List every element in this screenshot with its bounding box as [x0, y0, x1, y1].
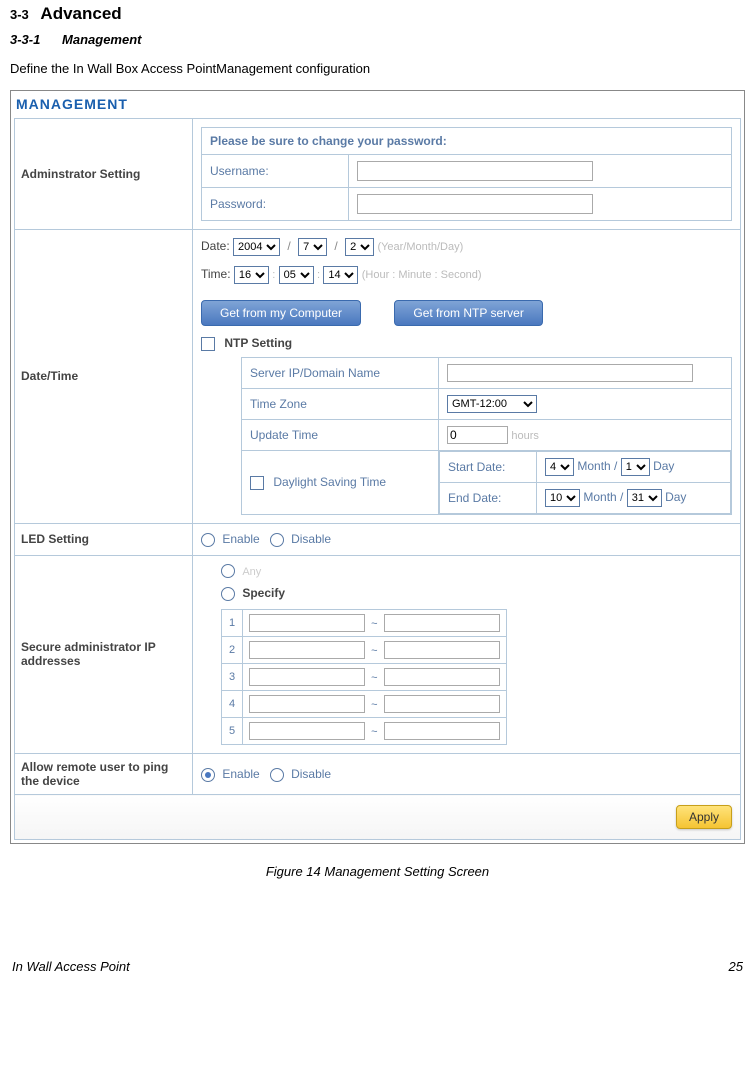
subsection-number: 3-3-1: [10, 32, 40, 47]
ip-from-3[interactable]: [249, 668, 365, 686]
panel-title: MANAGEMENT: [14, 94, 741, 118]
administrator-setting-label: Adminstrator Setting: [15, 119, 193, 230]
secure-ip-table: 1 ~ 2 ~ 3 ~ 4 ~ 5 ~: [221, 609, 507, 745]
section-title: Advanced: [40, 4, 121, 24]
ip-row-num-4: 4: [222, 691, 243, 718]
ip-to-2[interactable]: [384, 641, 500, 659]
dst-label: Daylight Saving Time: [273, 475, 386, 489]
month-select[interactable]: 7: [298, 238, 327, 256]
led-enable-label: Enable: [222, 532, 259, 546]
ip-to-4[interactable]: [384, 695, 500, 713]
ip-from-2[interactable]: [249, 641, 365, 659]
secure-ip-any-label: Any: [242, 566, 261, 578]
secure-ip-any-radio[interactable]: [221, 564, 235, 578]
dst-day-word-2: Day: [665, 490, 686, 504]
apply-button[interactable]: Apply: [676, 805, 732, 829]
ip-row-num-1: 1: [222, 610, 243, 637]
datetime-label: Date/Time: [15, 230, 193, 524]
dst-day-word-1: Day: [653, 459, 674, 473]
figure-caption: Figure 14 Management Setting Screen: [10, 864, 745, 879]
date-label: Date:: [201, 239, 230, 253]
ntp-server-label: Server IP/Domain Name: [242, 357, 439, 388]
led-enable-radio[interactable]: [201, 533, 215, 547]
footer-page-number: 25: [729, 959, 743, 974]
ping-disable-radio[interactable]: [270, 768, 284, 782]
subsection-heading: 3-3-1 Management: [10, 32, 745, 47]
dst-start-label: Start Date:: [440, 451, 537, 482]
get-from-computer-button[interactable]: Get from my Computer: [201, 300, 361, 326]
password-label: Password:: [202, 188, 349, 221]
second-select[interactable]: 14: [323, 266, 358, 284]
update-time-input[interactable]: [447, 426, 508, 444]
time-hint: (Hour : Minute : Second): [362, 269, 482, 281]
update-time-label: Update Time: [242, 419, 439, 450]
section-number: 3-3: [10, 7, 29, 22]
dst-end-label: End Date:: [440, 482, 537, 513]
dst-month-word-1: Month: [577, 459, 610, 473]
ntp-setting-label: NTP Setting: [224, 336, 292, 350]
year-select[interactable]: 2004: [233, 238, 280, 256]
secure-ip-specify-label: Specify: [242, 586, 285, 600]
settings-table: Adminstrator Setting Please be sure to c…: [14, 118, 741, 840]
ping-enable-radio[interactable]: [201, 768, 215, 782]
page-footer: In Wall Access Point 25: [10, 959, 745, 974]
ip-to-3[interactable]: [384, 668, 500, 686]
allow-ping-label: Allow remote user to ping the device: [15, 754, 193, 795]
day-select[interactable]: 2: [345, 238, 374, 256]
get-from-ntp-button[interactable]: Get from NTP server: [394, 300, 542, 326]
ip-from-4[interactable]: [249, 695, 365, 713]
subsection-title: Management: [62, 32, 141, 47]
dst-checkbox[interactable]: [250, 476, 264, 490]
ping-enable-label: Enable: [222, 767, 259, 781]
username-label: Username:: [202, 155, 349, 188]
password-prompt: Please be sure to change your password:: [202, 128, 732, 155]
ip-to-1[interactable]: [384, 614, 500, 632]
secure-ip-specify-radio[interactable]: [221, 587, 235, 601]
section-heading: 3-3 Advanced: [10, 4, 745, 24]
intro-text: Define the In Wall Box Access PointManag…: [10, 61, 745, 76]
dst-start-month-select[interactable]: 4: [545, 458, 574, 476]
password-input[interactable]: [357, 194, 593, 214]
ntp-server-input[interactable]: [447, 364, 693, 382]
ip-to-5[interactable]: [384, 722, 500, 740]
secure-ip-row-label: Secure administrator IP addresses: [15, 555, 193, 754]
led-setting-label: LED Setting: [15, 523, 193, 555]
ping-disable-label: Disable: [291, 767, 331, 781]
timezone-label: Time Zone: [242, 388, 439, 419]
ip-from-1[interactable]: [249, 614, 365, 632]
ip-from-5[interactable]: [249, 722, 365, 740]
ntp-setting-checkbox[interactable]: [201, 337, 215, 351]
dst-end-day-select[interactable]: 31: [627, 489, 662, 507]
username-input[interactable]: [357, 161, 593, 181]
dst-start-day-select[interactable]: 1: [621, 458, 650, 476]
led-disable-label: Disable: [291, 532, 331, 546]
update-time-unit: hours: [511, 430, 539, 442]
led-disable-radio[interactable]: [270, 533, 284, 547]
timezone-select[interactable]: GMT-12:00: [447, 395, 537, 413]
date-hint: (Year/Month/Day): [377, 241, 463, 253]
minute-select[interactable]: 05: [279, 266, 314, 284]
hour-select[interactable]: 16: [234, 266, 269, 284]
ip-row-num-3: 3: [222, 664, 243, 691]
ip-row-num-2: 2: [222, 637, 243, 664]
time-label: Time:: [201, 267, 231, 281]
ip-row-num-5: 5: [222, 718, 243, 745]
management-panel: MANAGEMENT Adminstrator Setting Please b…: [10, 90, 745, 844]
dst-end-month-select[interactable]: 10: [545, 489, 580, 507]
footer-title: In Wall Access Point: [12, 959, 130, 974]
dst-month-word-2: Month: [583, 490, 616, 504]
